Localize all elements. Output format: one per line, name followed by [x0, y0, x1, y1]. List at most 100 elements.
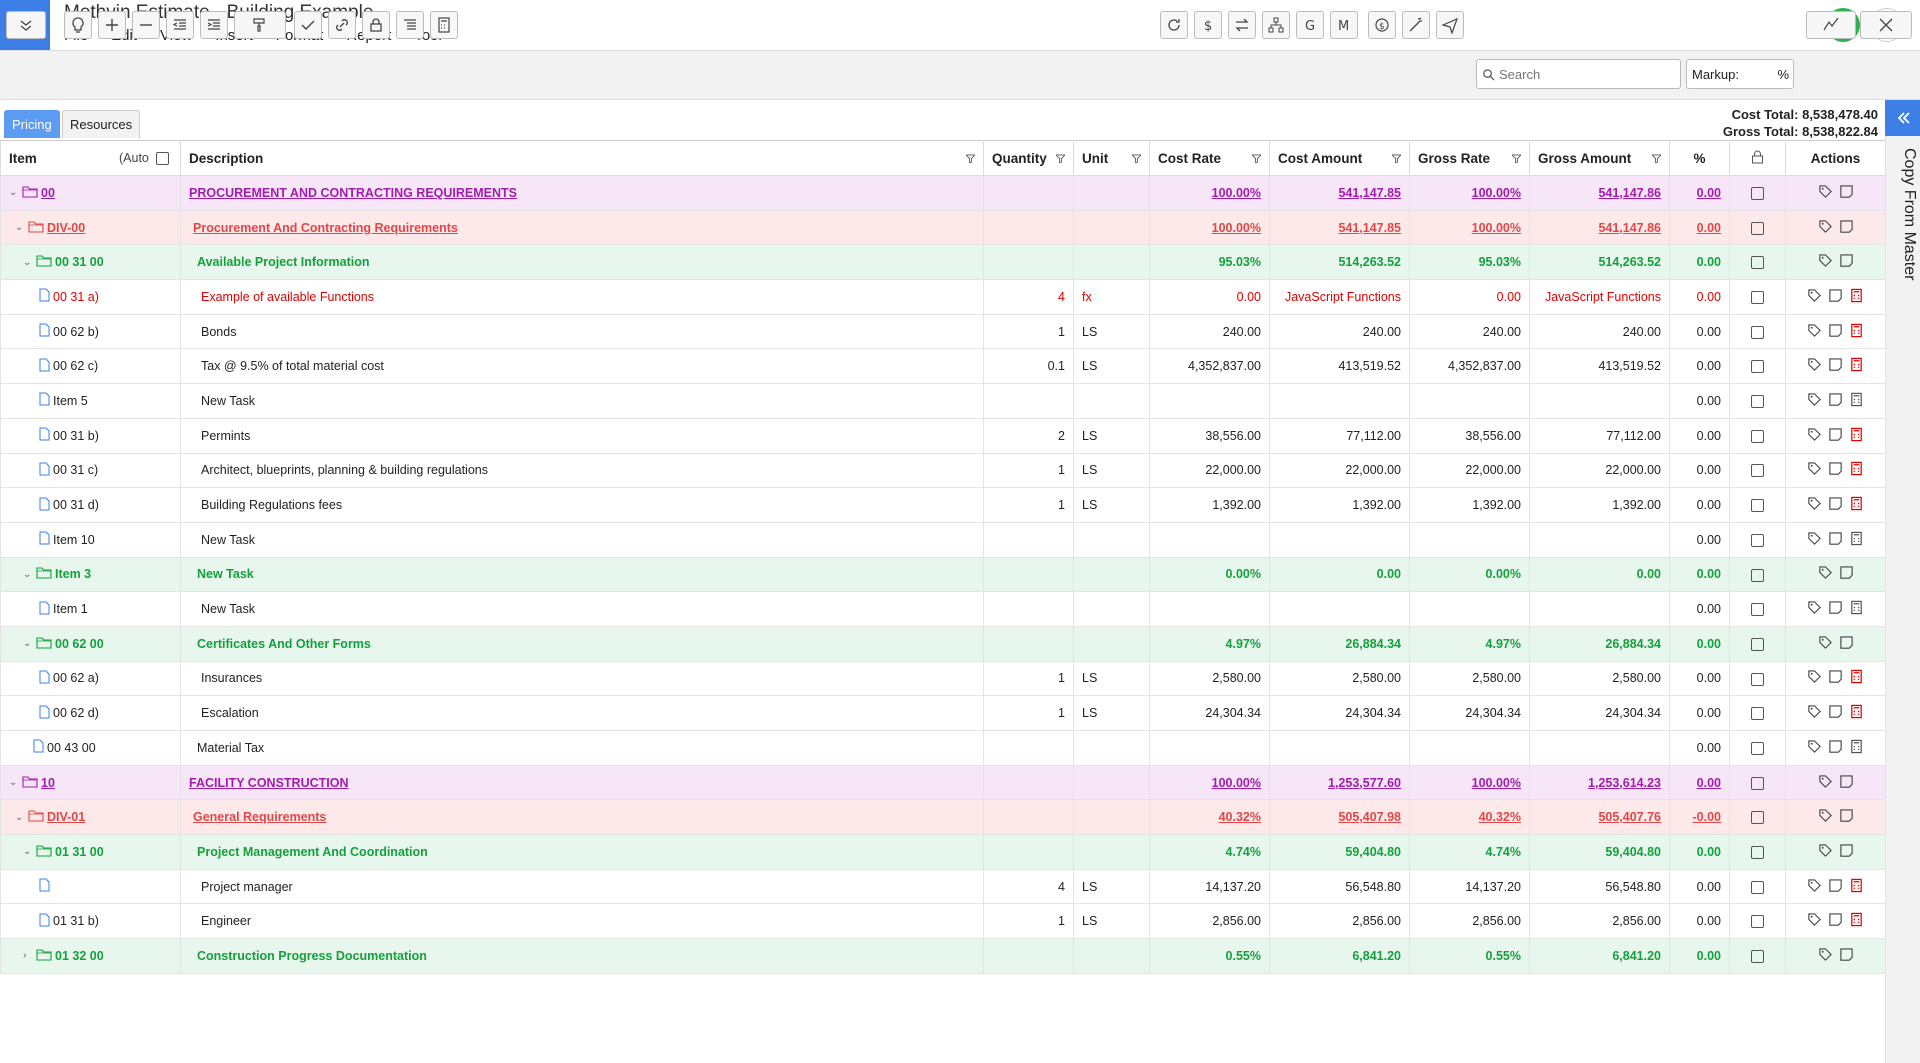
cost-amount-cell[interactable] — [1269, 591, 1410, 627]
col-cost-rate[interactable]: Cost Rate — [1149, 140, 1270, 176]
cost-rate-cell[interactable] — [1149, 730, 1270, 766]
lock-cell[interactable] — [1729, 244, 1786, 281]
lock-checkbox[interactable] — [1751, 672, 1764, 686]
quantity-cell[interactable] — [983, 799, 1074, 836]
cost-amount-cell[interactable]: 514,263.52 — [1269, 244, 1410, 281]
table-row[interactable]: 00 62 b) Bonds 1 LS 240.00 240.00 240.00 240.00… — [0, 313, 1886, 350]
description-cell[interactable]: Project Management And Coordination — [180, 834, 984, 870]
cost-amount-cell[interactable]: 56,548.80 — [1269, 868, 1410, 905]
gross-amount-cell[interactable]: 514,263.52 — [1529, 244, 1670, 281]
cost-rate-cell[interactable]: 38,556.00 — [1149, 417, 1270, 454]
quantity-cell[interactable] — [983, 938, 1074, 974]
lock-checkbox[interactable] — [1751, 637, 1764, 651]
g-icon[interactable]: G — [1296, 11, 1324, 39]
lock-checkbox[interactable] — [1751, 533, 1764, 547]
percent-cell[interactable]: 0.00 — [1669, 348, 1730, 385]
calculator-icon[interactable] — [1849, 461, 1864, 479]
calculator-icon[interactable] — [1849, 531, 1864, 549]
lock-checkbox[interactable] — [1751, 291, 1764, 304]
gross-amount-cell[interactable]: 541,147.86 — [1529, 209, 1670, 246]
table-row[interactable]: 01 31 b) Engineer 1 LS 2,856.00 2,856.00 2,856… — [0, 903, 1886, 940]
percent-cell[interactable]: 0.00 — [1669, 625, 1730, 662]
unit-cell[interactable] — [1073, 625, 1150, 662]
gross-rate-cell[interactable]: 4.74% — [1409, 834, 1530, 870]
lock-checkbox[interactable] — [1751, 950, 1764, 964]
gross-rate-cell[interactable]: 14,137.20 — [1409, 868, 1530, 905]
col-lock[interactable] — [1729, 140, 1786, 176]
lock-cell[interactable] — [1729, 799, 1786, 836]
lock-checkbox[interactable] — [1751, 915, 1764, 929]
gross-rate-cell[interactable]: 240.00 — [1409, 313, 1530, 350]
link-icon[interactable] — [328, 11, 356, 39]
item-cell[interactable]: 00 31 a) — [0, 279, 181, 315]
quantity-cell[interactable]: 1 — [983, 452, 1074, 489]
note-icon[interactable] — [1839, 843, 1854, 861]
gross-rate-cell[interactable]: 100.00% — [1409, 764, 1530, 801]
gross-amount-cell[interactable]: 240.00 — [1529, 313, 1670, 350]
description-cell[interactable]: Material Tax — [180, 730, 984, 766]
lock-checkbox[interactable] — [1751, 325, 1764, 339]
unit-cell[interactable] — [1073, 383, 1150, 419]
percent-cell[interactable]: 0.00 — [1669, 660, 1730, 697]
tag-icon[interactable] — [1807, 704, 1822, 722]
tag-icon[interactable] — [1807, 531, 1822, 549]
lock-checkbox[interactable] — [1751, 360, 1764, 374]
gross-rate-cell[interactable] — [1409, 591, 1530, 627]
gross-rate-cell[interactable]: 22,000.00 — [1409, 452, 1530, 489]
cost-amount-cell[interactable]: 1,392.00 — [1269, 487, 1410, 523]
cost-rate-cell[interactable]: 1,392.00 — [1149, 487, 1270, 523]
lock-checkbox[interactable] — [1751, 568, 1764, 582]
lock-cell[interactable] — [1729, 487, 1786, 523]
percent-cell[interactable]: 0.00 — [1669, 695, 1730, 731]
gross-rate-cell[interactable]: 0.55% — [1409, 938, 1530, 974]
gross-rate-cell[interactable]: 38,556.00 — [1409, 417, 1530, 454]
cost-rate-cell[interactable]: 0.00% — [1149, 556, 1270, 593]
col-item[interactable]: Item (Auto — [0, 140, 181, 176]
quantity-cell[interactable] — [983, 383, 1074, 419]
note-icon[interactable] — [1828, 427, 1843, 445]
tag-icon[interactable] — [1818, 843, 1833, 861]
tag-icon[interactable] — [1807, 357, 1822, 375]
cost-amount-cell[interactable]: 2,856.00 — [1269, 903, 1410, 940]
gross-amount-cell[interactable]: JavaScript Functions — [1529, 279, 1670, 315]
quantity-cell[interactable]: 1 — [983, 313, 1074, 350]
table-row[interactable]: Item 10 New Task 0.00 — [0, 521, 1886, 558]
lock-checkbox[interactable] — [1751, 464, 1764, 478]
gross-amount-cell[interactable]: 77,112.00 — [1529, 417, 1670, 454]
note-icon[interactable] — [1828, 392, 1843, 410]
chevron-down-icon[interactable]: ⌄ — [9, 187, 19, 198]
unit-cell[interactable] — [1073, 556, 1150, 593]
table-row[interactable]: ⌄ 00 PROCUREMENT AND CONTRACTING REQUIREME… — [0, 175, 1886, 211]
description-cell[interactable]: New Task — [180, 383, 984, 419]
lock-checkbox[interactable] — [1751, 395, 1764, 409]
note-icon[interactable] — [1839, 635, 1854, 653]
cost-amount-cell[interactable]: 26,884.34 — [1269, 625, 1410, 662]
quantity-cell[interactable] — [983, 834, 1074, 870]
lock-checkbox[interactable] — [1751, 776, 1764, 790]
unit-cell[interactable] — [1073, 175, 1150, 211]
description-cell[interactable]: Certificates And Other Forms — [180, 625, 984, 662]
percent-cell[interactable]: 0.00 — [1669, 487, 1730, 523]
tag-icon[interactable] — [1807, 496, 1822, 514]
quantity-cell[interactable]: 2 — [983, 417, 1074, 454]
calculator-icon[interactable] — [1849, 496, 1864, 514]
lock-cell[interactable] — [1729, 521, 1786, 558]
cost-amount-cell[interactable]: 6,841.20 — [1269, 938, 1410, 974]
lock-checkbox[interactable] — [1751, 256, 1764, 270]
search-box[interactable] — [1476, 59, 1681, 89]
table-row[interactable]: 00 62 c) Tax @ 9.5% of total material cos… — [0, 348, 1886, 385]
gross-amount-cell[interactable]: 1,253,614.23 — [1529, 764, 1670, 801]
unit-cell[interactable]: LS — [1073, 868, 1150, 905]
table-row[interactable]: ⌄ 01 31 00 Project Management And Coordina… — [0, 834, 1886, 870]
item-cell[interactable]: ⌄ DIV-01 — [0, 799, 181, 836]
auto-checkbox[interactable] — [156, 152, 169, 165]
cost-amount-cell[interactable]: 1,253,577.60 — [1269, 764, 1410, 801]
percent-cell[interactable]: 0.00 — [1669, 313, 1730, 350]
note-icon[interactable] — [1828, 669, 1843, 687]
lock-icon[interactable] — [362, 11, 390, 39]
item-cell[interactable]: ⌄ 00 — [0, 175, 181, 211]
gross-rate-cell[interactable] — [1409, 383, 1530, 419]
unit-cell[interactable]: LS — [1073, 452, 1150, 489]
tag-icon[interactable] — [1818, 635, 1833, 653]
gross-rate-cell[interactable]: 4.97% — [1409, 625, 1530, 662]
